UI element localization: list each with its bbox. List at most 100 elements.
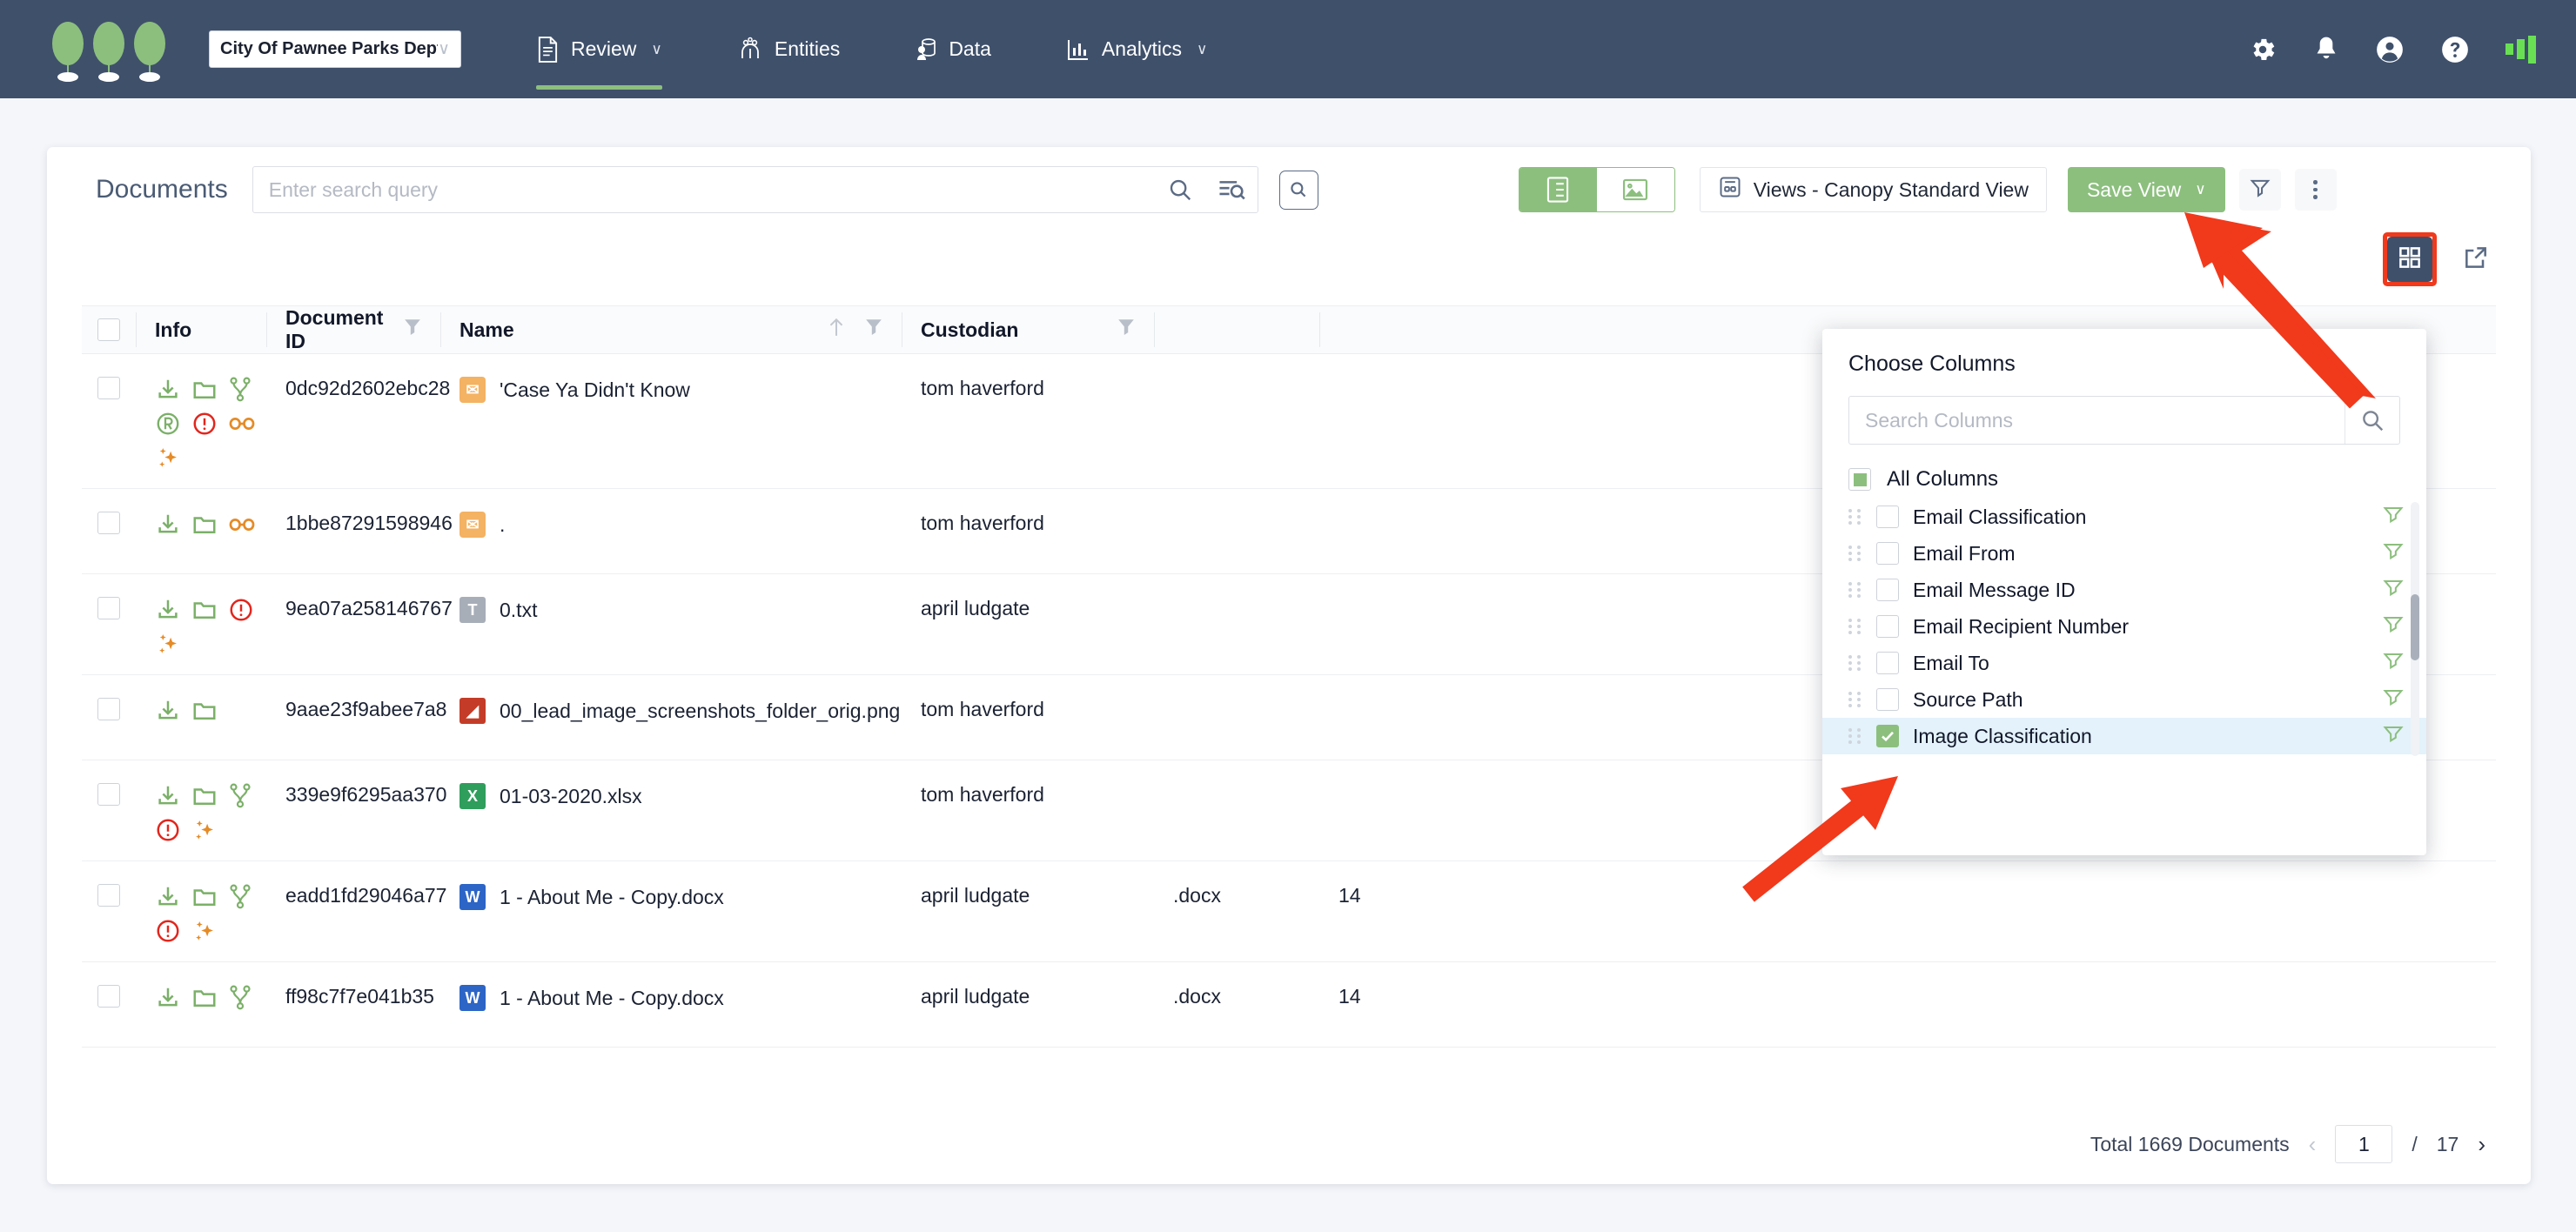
search-bar[interactable] (252, 166, 1258, 213)
column-option-row[interactable]: Email To (1822, 645, 2426, 681)
previous-page-button[interactable]: ‹ (2309, 1131, 2317, 1158)
nav-item-entities[interactable]: Entities (714, 0, 862, 98)
row-checkbox[interactable] (97, 377, 120, 399)
column-option-row[interactable]: Source Path (1822, 681, 2426, 718)
columns-scrollbar-thumb[interactable] (2411, 594, 2419, 660)
bell-icon[interactable] (2313, 35, 2339, 64)
column-option-row[interactable]: Email Message ID (1822, 572, 2426, 608)
drag-handle-icon[interactable] (1848, 546, 1862, 561)
row-checkbox[interactable] (97, 512, 120, 534)
download-icon[interactable] (155, 783, 191, 809)
more-options-button[interactable] (2295, 169, 2337, 211)
column-checkbox-checked[interactable] (1876, 725, 1899, 747)
funnel-icon[interactable] (2383, 615, 2404, 638)
drag-handle-icon[interactable] (1848, 509, 1862, 525)
column-header-pages[interactable] (1319, 305, 1450, 354)
views-selector-button[interactable]: Views - Canopy Standard View (1700, 167, 2047, 212)
branch-icon[interactable] (228, 985, 265, 1011)
column-checkbox[interactable] (1876, 506, 1899, 528)
column-checkbox[interactable] (1876, 615, 1899, 638)
folder-icon[interactable] (191, 985, 228, 1011)
download-icon[interactable] (155, 597, 191, 623)
export-button[interactable] (2456, 239, 2496, 279)
folder-icon[interactable] (191, 377, 228, 403)
sparkle-icon[interactable] (191, 918, 228, 944)
table-row[interactable]: eadd1fd29046a77 W 1 - About Me - Copy.do… (82, 861, 2496, 962)
drag-handle-icon[interactable] (1848, 619, 1862, 634)
list-view-icon[interactable] (1519, 168, 1597, 211)
select-all-checkbox[interactable] (97, 318, 120, 341)
drag-handle-icon[interactable] (1848, 582, 1862, 598)
branch-icon[interactable] (228, 884, 265, 910)
page-number-input[interactable]: 1 (2335, 1125, 2392, 1163)
search-icon[interactable] (2345, 407, 2399, 433)
columns-search-bar[interactable] (1848, 396, 2400, 445)
nav-item-data[interactable]: Data (892, 0, 1014, 98)
funnel-icon[interactable] (2383, 506, 2404, 528)
column-header-extension[interactable] (1154, 305, 1319, 354)
column-option-row[interactable]: Email From (1822, 535, 2426, 572)
search-box-icon[interactable] (1279, 171, 1318, 210)
folder-icon[interactable] (191, 783, 228, 809)
nav-item-analytics[interactable]: Analytics ∨ (1043, 0, 1231, 98)
folder-icon[interactable] (191, 512, 228, 538)
column-checkbox[interactable] (1876, 652, 1899, 674)
column-option-row[interactable]: Image Classification (1822, 718, 2426, 754)
funnel-icon[interactable] (2383, 652, 2404, 674)
column-option-row[interactable]: Email Classification (1822, 499, 2426, 535)
alert-icon[interactable] (191, 411, 228, 437)
sparkle-icon[interactable] (155, 631, 191, 657)
branch-icon[interactable] (228, 783, 265, 809)
organization-selector[interactable]: City Of Pawnee Parks Dept ∨ (209, 30, 461, 68)
alert-icon[interactable] (228, 597, 265, 623)
account-icon[interactable] (2375, 35, 2405, 64)
duplicate-icon[interactable] (228, 512, 265, 538)
column-option-row[interactable]: Language (1822, 754, 2426, 760)
row-checkbox[interactable] (97, 985, 120, 1008)
save-view-button[interactable]: Save View ∨ (2068, 167, 2225, 212)
advanced-search-icon[interactable] (1205, 177, 1258, 202)
help-icon[interactable] (2440, 35, 2470, 64)
nav-item-review[interactable]: Review ∨ (513, 0, 685, 98)
all-columns-row[interactable]: All Columns (1822, 445, 2426, 499)
column-checkbox[interactable] (1876, 579, 1899, 601)
download-icon[interactable] (155, 377, 191, 403)
sparkle-icon[interactable] (155, 445, 191, 471)
folder-icon[interactable] (191, 884, 228, 910)
filter-button[interactable] (2239, 169, 2281, 211)
download-icon[interactable] (155, 884, 191, 910)
column-checkbox[interactable] (1876, 542, 1899, 565)
folder-icon[interactable] (191, 698, 228, 724)
row-checkbox[interactable] (97, 783, 120, 806)
drag-handle-icon[interactable] (1848, 692, 1862, 707)
row-checkbox[interactable] (97, 698, 120, 720)
funnel-icon[interactable] (2383, 688, 2404, 711)
funnel-icon[interactable] (2383, 579, 2404, 601)
download-icon[interactable] (155, 985, 191, 1011)
folder-icon[interactable] (191, 597, 228, 623)
funnel-icon[interactable] (404, 318, 421, 342)
row-checkbox[interactable] (97, 884, 120, 907)
column-header-custodian[interactable]: Custodian (902, 305, 1154, 354)
next-page-button[interactable]: › (2478, 1131, 2485, 1158)
column-checkbox[interactable] (1876, 688, 1899, 711)
search-icon[interactable] (1155, 177, 1205, 203)
column-header-info[interactable]: Info (136, 305, 266, 354)
gear-icon[interactable] (2248, 35, 2277, 64)
search-input[interactable] (253, 178, 1155, 202)
download-icon[interactable] (155, 512, 191, 538)
sort-ascending-icon[interactable] (827, 317, 846, 343)
funnel-icon[interactable] (1117, 318, 1135, 342)
drag-handle-icon[interactable] (1848, 655, 1862, 671)
column-header-name[interactable]: Name (440, 305, 902, 354)
row-checkbox[interactable] (97, 597, 120, 619)
signal-bars-icon[interactable] (2506, 36, 2536, 64)
funnel-icon[interactable] (2383, 725, 2404, 747)
redacted-icon[interactable] (155, 411, 191, 437)
table-row[interactable]: ff98c7f7e041b35 W 1 - About Me - Copy.do… (82, 962, 2496, 1048)
alert-icon[interactable] (155, 918, 191, 944)
column-option-row[interactable]: Email Recipient Number (1822, 608, 2426, 645)
columns-search-input[interactable] (1849, 409, 2345, 432)
drag-handle-icon[interactable] (1848, 728, 1862, 744)
column-header-document-id[interactable]: Document ID (266, 305, 440, 354)
